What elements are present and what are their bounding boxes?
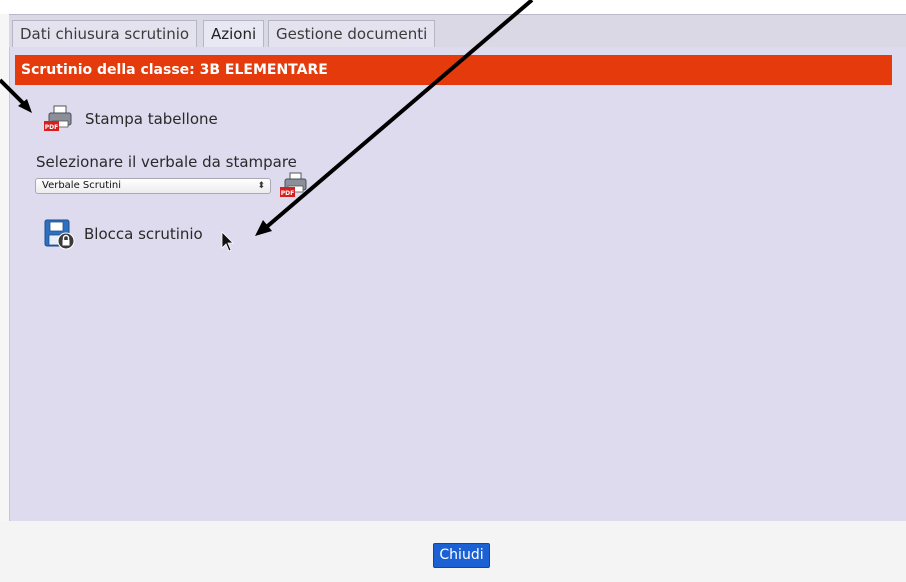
tab-azioni[interactable]: Azioni [203,20,265,49]
verbale-select-label: Selezionare il verbale da stampare [36,153,297,171]
pdf-printer-icon[interactable]: PDF [41,104,77,134]
close-button[interactable]: Chiudi [433,543,490,568]
tab-dati-chiusura-scrutinio[interactable]: Dati chiusura scrutinio [12,20,198,48]
select-arrows-icon: ⬍ [257,181,265,191]
window-top-strip [0,0,906,14]
tab-bar: Dati chiusura scrutinio Azioni Gestione … [9,14,906,49]
panel-title: Scrutinio della classe: 3B ELEMENTARE [15,55,892,85]
dialog-footer: Chiudi [0,521,906,582]
verbale-select-value: Verbale Scrutini [42,180,122,191]
lock-scrutiny-action[interactable]: Blocca scrutinio [43,218,203,250]
pdf-printer-icon[interactable]: PDF [277,171,311,199]
verbale-select[interactable]: Verbale Scrutini ⬍ [35,178,271,194]
svg-text:PDF: PDF [45,124,58,131]
actions-panel: Scrutinio della classe: 3B ELEMENTARE PD… [9,47,906,521]
lock-save-icon[interactable] [43,218,75,250]
lock-scrutiny-label[interactable]: Blocca scrutinio [84,225,203,243]
print-board-action[interactable]: PDF Stampa tabellone [41,104,218,134]
print-board-label[interactable]: Stampa tabellone [85,110,218,128]
tab-gestione-documenti[interactable]: Gestione documenti [268,20,436,48]
svg-text:PDF: PDF [281,190,294,197]
